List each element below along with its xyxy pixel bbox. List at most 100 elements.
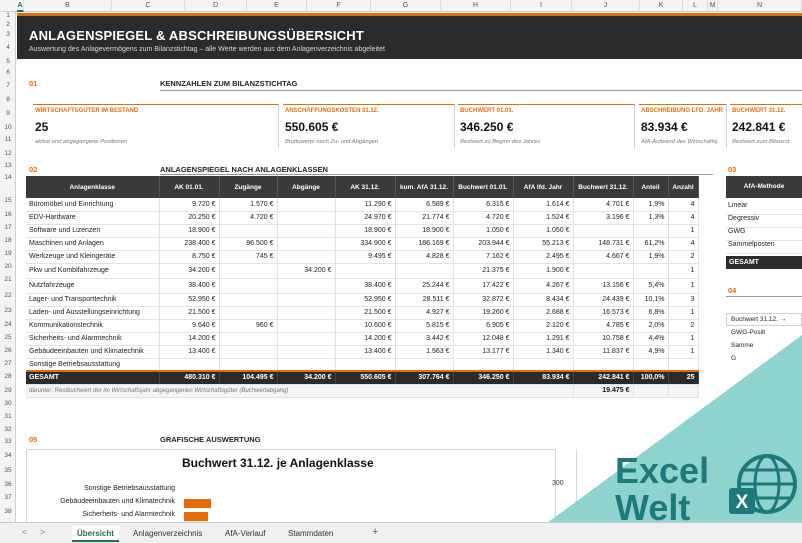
row-header-31[interactable]: 31 — [0, 413, 16, 420]
panel04-item[interactable]: Buchwert 31.12. → — [731, 316, 786, 323]
table-cell[interactable]: 203.944 € — [453, 237, 514, 251]
total-cell[interactable]: 346.250 € — [453, 370, 514, 385]
table-cell[interactable]: 1.050 € — [453, 224, 514, 238]
table-cell[interactable]: 1.614 € — [513, 198, 574, 212]
row-header-35[interactable]: 35 — [0, 467, 16, 474]
table-cell[interactable] — [277, 358, 336, 372]
chart-bar[interactable] — [184, 512, 208, 521]
table-cell[interactable]: 34.200 € — [159, 263, 220, 279]
table-cell[interactable] — [277, 293, 336, 307]
note-text[interactable]: darunter: Restbuchwert der im Wirtschaft… — [26, 384, 574, 398]
table-cell[interactable] — [573, 263, 634, 279]
table-cell[interactable]: 17.422 € — [453, 278, 514, 294]
table-cell[interactable]: 1.524 € — [513, 211, 574, 225]
column-header-h[interactable]: H — [441, 0, 511, 12]
table-cell[interactable] — [573, 224, 634, 238]
table-cell[interactable] — [668, 358, 699, 372]
table-cell[interactable]: Sonstige Betriebsausstattung — [26, 358, 160, 372]
table-cell[interactable] — [395, 263, 454, 279]
table-cell[interactable]: 1 — [668, 224, 699, 238]
sheet-tab-0[interactable]: Übersicht — [72, 526, 119, 542]
row-header-27[interactable]: 27 — [0, 360, 16, 367]
table-cell[interactable]: 61,2% — [633, 237, 669, 251]
table-cell[interactable]: 4.720 € — [453, 211, 514, 225]
table-cell[interactable]: Sicherheits- und Alarmtechnik — [26, 332, 160, 346]
table-cell[interactable]: 238.400 € — [159, 237, 220, 251]
table-cell[interactable]: 14.200 € — [335, 332, 396, 346]
total-cell[interactable]: 25 — [668, 370, 699, 385]
table-cell[interactable] — [335, 358, 396, 372]
row-header-20[interactable]: 20 — [0, 263, 16, 270]
table-cell[interactable]: 9.495 € — [335, 250, 396, 264]
table-cell[interactable]: Pkw und Kombifahrzeuge — [26, 263, 160, 279]
table-cell[interactable]: 1 — [668, 345, 699, 359]
table-cell[interactable]: EDV-Hardware — [26, 211, 160, 225]
column-header-i[interactable]: I — [511, 0, 572, 12]
row-header-8[interactable]: 8 — [0, 96, 16, 103]
bar-chart-buchwert[interactable]: Buchwert 31.12. je Anlagenklasse Sonstig… — [26, 449, 556, 522]
table-cell[interactable] — [277, 345, 336, 359]
row-header-33[interactable]: 33 — [0, 438, 16, 445]
table-cell[interactable]: 1.291 € — [513, 332, 574, 346]
table-cell[interactable]: 2.495 € — [513, 250, 574, 264]
row-header-38[interactable]: 38 — [0, 508, 16, 515]
sheet-tab-1[interactable]: Anlagenverzeichnis — [128, 526, 207, 542]
table-cell[interactable]: 6,8% — [633, 306, 669, 320]
table-cell[interactable]: 21.500 € — [159, 306, 220, 320]
column-header-a[interactable]: A — [17, 0, 24, 12]
table-cell[interactable] — [219, 278, 278, 294]
row-header-17[interactable]: 17 — [0, 224, 16, 231]
row-header-1[interactable]: 1 — [0, 12, 16, 19]
row-header-19[interactable]: 19 — [0, 250, 16, 257]
table-cell[interactable]: 6.315 € — [453, 198, 514, 212]
total-cell[interactable]: 307.764 € — [395, 370, 454, 385]
table-cell[interactable]: 4.267 € — [513, 278, 574, 294]
table-cell[interactable] — [633, 263, 669, 279]
table-cell[interactable]: 1.050 € — [513, 224, 574, 238]
column-header-b[interactable]: B — [24, 0, 112, 12]
table-cell[interactable] — [219, 306, 278, 320]
table-cell[interactable]: 55.213 € — [513, 237, 574, 251]
total-cell[interactable]: 83.934 € — [513, 370, 574, 385]
table-cell[interactable]: 10,1% — [633, 293, 669, 307]
row-header-28[interactable]: 28 — [0, 373, 16, 380]
table-cell[interactable]: 1.563 € — [395, 345, 454, 359]
afa-method-item[interactable]: Sammelposten — [728, 241, 775, 248]
row-header-25[interactable]: 25 — [0, 334, 16, 341]
table-cell[interactable]: 4.720 € — [219, 211, 278, 225]
table-cell[interactable]: Gebäudeeinbauten und Klimatechnik — [26, 345, 160, 359]
table-cell[interactable]: 38.400 € — [335, 278, 396, 294]
row-header-23[interactable]: 23 — [0, 307, 16, 314]
row-header-2[interactable]: 2 — [0, 21, 16, 28]
table-cell[interactable]: 25.244 € — [395, 278, 454, 294]
table-cell[interactable] — [335, 263, 396, 279]
table-cell[interactable]: 7.162 € — [453, 250, 514, 264]
afa-method-item[interactable]: Degressiv — [728, 215, 759, 222]
table-cell[interactable]: 4 — [668, 237, 699, 251]
table-cell[interactable]: Software und Lizenzen — [26, 224, 160, 238]
worksheet[interactable]: ANLAGENSPIEGEL & ABSCHREIBUNGSÜBERSICHT … — [17, 13, 802, 522]
afa-method-item[interactable]: GWG — [728, 228, 746, 235]
table-cell[interactable]: 34.200 € — [277, 263, 336, 279]
table-cell[interactable]: 1 — [668, 263, 699, 279]
table-cell[interactable]: 2 — [668, 250, 699, 264]
column-header-f[interactable]: F — [307, 0, 371, 12]
table-cell[interactable]: Laden- und Ausstellungseinrichtung — [26, 306, 160, 320]
table-cell[interactable]: 28.511 € — [395, 293, 454, 307]
table-cell[interactable]: 1,9% — [633, 250, 669, 264]
table-cell[interactable]: 12.048 € — [453, 332, 514, 346]
table-cell[interactable] — [277, 224, 336, 238]
table-cell[interactable] — [277, 332, 336, 346]
total-cell[interactable]: 100,0% — [633, 370, 669, 385]
table-cell[interactable] — [277, 237, 336, 251]
row-header-37[interactable]: 37 — [0, 494, 16, 501]
table-cell[interactable]: 13.400 € — [335, 345, 396, 359]
row-header-15[interactable]: 15 — [0, 197, 16, 204]
table-cell[interactable]: 13.400 € — [159, 345, 220, 359]
row-header-9[interactable]: 9 — [0, 110, 16, 117]
column-header-k[interactable]: K — [640, 0, 683, 12]
table-cell[interactable]: Nutzfahrzeuge — [26, 278, 160, 294]
table-cell[interactable]: 11.837 € — [573, 345, 634, 359]
row-header-30[interactable]: 30 — [0, 400, 16, 407]
total-cell[interactable]: 480.310 € — [159, 370, 220, 385]
